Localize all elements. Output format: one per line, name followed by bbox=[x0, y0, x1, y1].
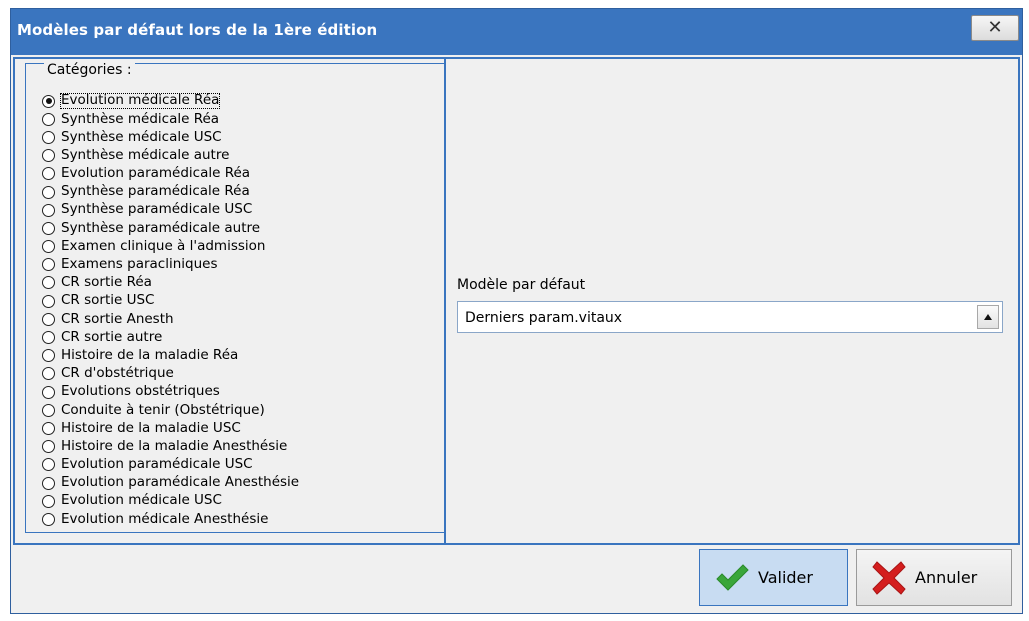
radio-button[interactable] bbox=[42, 331, 55, 345]
category-radio-item[interactable]: Synthèse paramédicale USC bbox=[42, 201, 299, 219]
panel-divider bbox=[444, 59, 446, 543]
category-radio-item[interactable]: Synthèse médicale Réa bbox=[42, 110, 299, 128]
radio-button[interactable] bbox=[42, 294, 55, 308]
category-radio-label: CR d'obstétrique bbox=[61, 365, 174, 382]
default-model-value: Derniers param.vitaux bbox=[465, 310, 623, 326]
title-bar: Modèles par défaut lors de la 1ère éditi… bbox=[11, 9, 1022, 55]
radio-selected-dot bbox=[45, 98, 52, 105]
dialog-window: Modèles par défaut lors de la 1ère éditi… bbox=[10, 8, 1023, 614]
cross-icon bbox=[872, 560, 906, 595]
check-icon bbox=[716, 563, 749, 591]
cancel-button[interactable]: Annuler bbox=[856, 549, 1012, 606]
category-radio-label: Evolution paramédicale Anesthésie bbox=[61, 474, 300, 491]
close-icon: ✕ bbox=[987, 17, 1003, 38]
category-radio-item[interactable]: Synthèse médicale USC bbox=[42, 128, 299, 146]
category-radio-label: Synthèse médicale Réa bbox=[61, 110, 220, 127]
radio-button[interactable] bbox=[42, 203, 55, 217]
radio-button[interactable] bbox=[42, 94, 55, 108]
dialog-title: Modèles par défaut lors de la 1ère éditi… bbox=[17, 21, 378, 39]
category-radio-item[interactable]: CR d'obstétrique bbox=[42, 365, 299, 383]
category-radio-item[interactable]: Examens paracliniques bbox=[42, 256, 299, 274]
category-radio-label: CR sortie USC bbox=[61, 292, 155, 309]
categories-group: Catégories : Evolution médicale Réa Synth… bbox=[25, 62, 445, 533]
radio-button[interactable] bbox=[42, 458, 55, 472]
radio-button[interactable] bbox=[42, 512, 55, 526]
categories-radio-list: Evolution médicale Réa Synthèse médicale … bbox=[42, 92, 299, 529]
category-radio-label: Evolution paramédicale USC bbox=[61, 456, 253, 473]
category-radio-item[interactable]: CR sortie Réa bbox=[42, 274, 299, 292]
radio-button[interactable] bbox=[42, 494, 55, 508]
category-radio-label: Synthèse paramédicale Réa bbox=[61, 183, 250, 200]
category-radio-item[interactable]: Histoire de la maladie USC bbox=[42, 419, 299, 437]
category-radio-label: Evolution médicale Réa bbox=[59, 92, 221, 109]
category-radio-label: CR sortie Réa bbox=[61, 274, 152, 291]
category-radio-item[interactable]: Evolution paramédicale Réa bbox=[42, 165, 299, 183]
category-radio-item[interactable]: Evolution médicale Réa bbox=[42, 92, 299, 110]
category-radio-label: Histoire de la maladie Anesthésie bbox=[61, 437, 288, 454]
category-radio-label: Evolution paramédicale Réa bbox=[61, 165, 251, 182]
dropdown-arrow-icon[interactable] bbox=[977, 305, 999, 329]
radio-button[interactable] bbox=[42, 276, 55, 290]
category-radio-label: Synthèse médicale autre bbox=[61, 146, 230, 163]
radio-button[interactable] bbox=[42, 167, 55, 181]
category-radio-label: Synthèse médicale USC bbox=[61, 128, 222, 145]
radio-button[interactable] bbox=[42, 367, 55, 381]
radio-button[interactable] bbox=[42, 385, 55, 399]
category-radio-item[interactable]: Evolution médicale Anesthésie bbox=[42, 510, 299, 528]
default-model-select[interactable]: Derniers param.vitaux bbox=[457, 301, 1003, 333]
category-radio-item[interactable]: CR sortie autre bbox=[42, 328, 299, 346]
category-radio-item[interactable]: Histoire de la maladie Anesthésie bbox=[42, 438, 299, 456]
radio-button[interactable] bbox=[42, 112, 55, 126]
category-radio-label: Histoire de la maladie Réa bbox=[61, 346, 239, 363]
category-radio-label: Examens paracliniques bbox=[61, 256, 218, 273]
category-radio-item[interactable]: Evolution médicale USC bbox=[42, 492, 299, 510]
category-radio-label: CR sortie Anesth bbox=[61, 310, 174, 327]
category-radio-label: Synthèse paramédicale USC bbox=[61, 201, 253, 218]
radio-button[interactable] bbox=[42, 240, 55, 254]
radio-button[interactable] bbox=[42, 349, 55, 363]
category-radio-label: Evolution médicale USC bbox=[61, 492, 222, 509]
categories-legend: Catégories : bbox=[44, 62, 135, 78]
category-radio-label: CR sortie autre bbox=[61, 328, 163, 345]
category-radio-item[interactable]: CR sortie Anesth bbox=[42, 310, 299, 328]
default-model-label: Modèle par défaut bbox=[457, 277, 586, 293]
category-radio-label: Conduite à tenir (Obstétrique) bbox=[61, 401, 265, 418]
category-radio-item[interactable]: Synthèse paramédicale autre bbox=[42, 219, 299, 237]
category-radio-item[interactable]: Evolutions obstétriques bbox=[42, 383, 299, 401]
radio-button[interactable] bbox=[42, 149, 55, 163]
radio-button[interactable] bbox=[42, 476, 55, 490]
category-radio-item[interactable]: CR sortie USC bbox=[42, 292, 299, 310]
radio-button[interactable] bbox=[42, 312, 55, 326]
radio-button[interactable] bbox=[42, 440, 55, 454]
category-radio-label: Examen clinique à l'admission bbox=[61, 237, 266, 254]
category-radio-item[interactable]: Histoire de la maladie Réa bbox=[42, 347, 299, 365]
category-radio-label: Histoire de la maladie USC bbox=[61, 419, 241, 436]
category-radio-label: Evolution médicale Anesthésie bbox=[61, 510, 269, 527]
category-radio-item[interactable]: Evolution paramédicale Anesthésie bbox=[42, 474, 299, 492]
cancel-label: Annuler bbox=[915, 568, 978, 587]
radio-button[interactable] bbox=[42, 130, 55, 144]
category-radio-item[interactable]: Evolution paramédicale USC bbox=[42, 456, 299, 474]
category-radio-item[interactable]: Synthèse paramédicale Réa bbox=[42, 183, 299, 201]
validate-button[interactable]: Valider bbox=[699, 549, 848, 606]
radio-button[interactable] bbox=[42, 403, 55, 417]
close-button[interactable]: ✕ bbox=[971, 15, 1019, 41]
category-radio-label: Evolutions obstétriques bbox=[61, 383, 220, 400]
radio-button[interactable] bbox=[42, 258, 55, 272]
category-radio-item[interactable]: Examen clinique à l'admission bbox=[42, 238, 299, 256]
radio-button[interactable] bbox=[42, 185, 55, 199]
validate-label: Valider bbox=[758, 568, 813, 587]
dialog-content: Catégories : Evolution médicale Réa Synth… bbox=[13, 57, 1020, 545]
category-radio-label: Synthèse paramédicale autre bbox=[61, 219, 261, 236]
radio-button[interactable] bbox=[42, 221, 55, 235]
category-radio-item[interactable]: Synthèse médicale autre bbox=[42, 147, 299, 165]
category-radio-item[interactable]: Conduite à tenir (Obstétrique) bbox=[42, 401, 299, 419]
radio-button[interactable] bbox=[42, 421, 55, 435]
